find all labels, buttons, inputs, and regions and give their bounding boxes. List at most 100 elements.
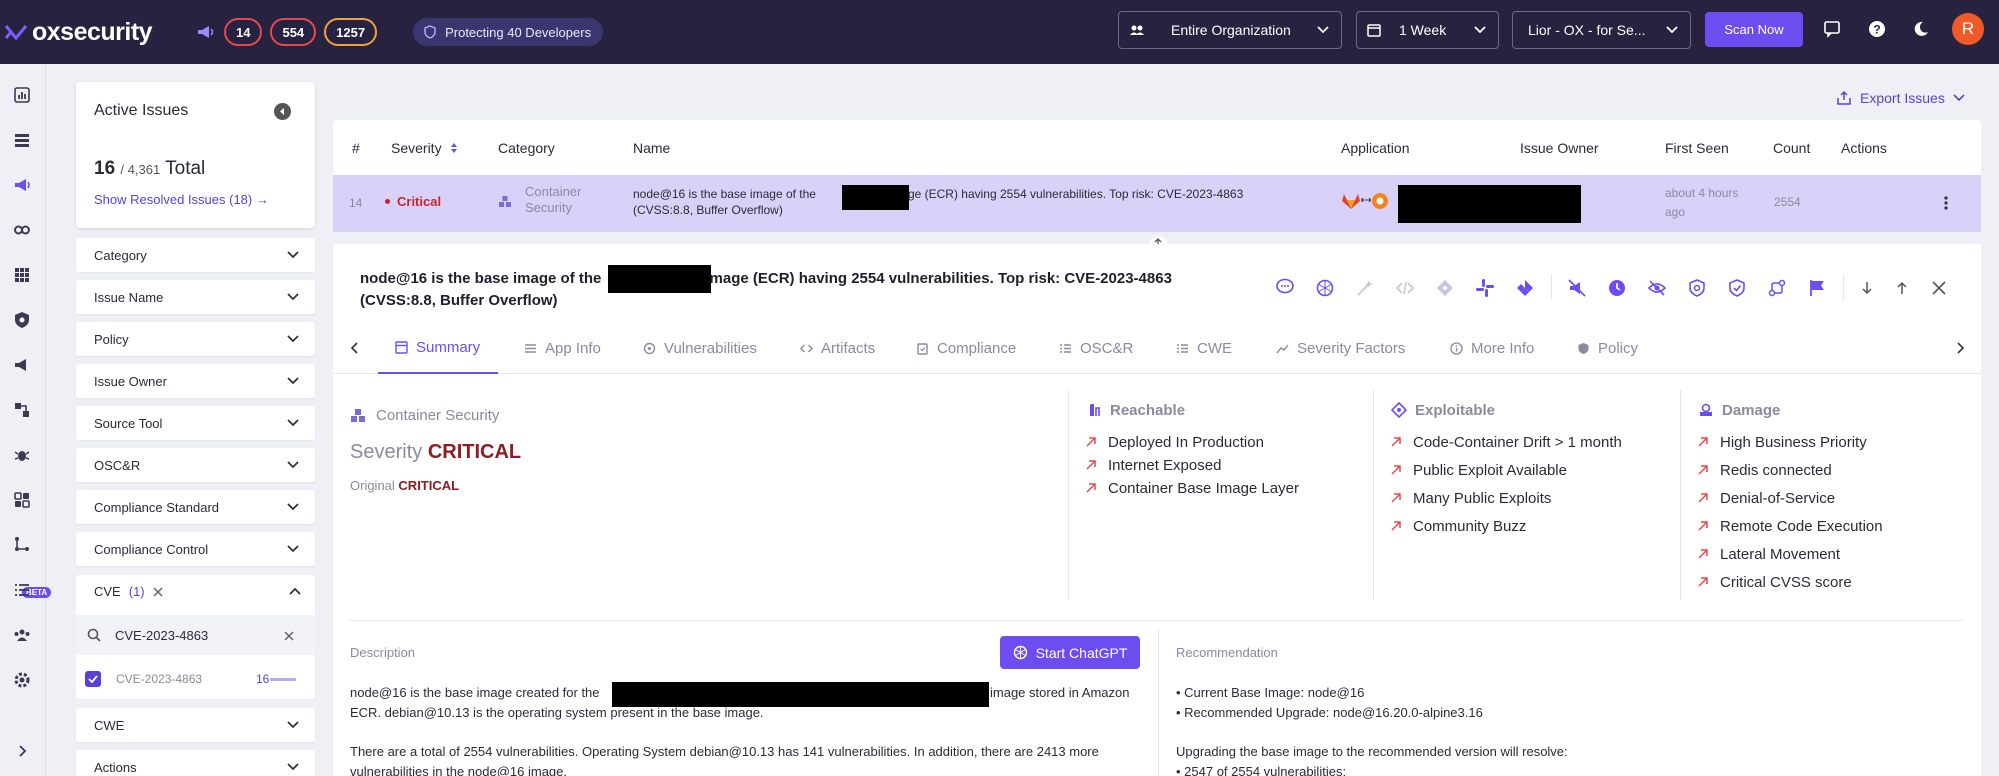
user-avatar[interactable]: R: [1952, 13, 1984, 45]
settings-gear-icon[interactable]: [13, 671, 31, 689]
checkbox-checked-icon[interactable]: [85, 671, 101, 687]
export-issues-button[interactable]: Export Issues: [1836, 90, 1965, 106]
tab-cwe[interactable]: CWE: [1176, 322, 1232, 374]
tab-summary[interactable]: Summary: [378, 322, 499, 374]
cve-option-row[interactable]: CVE-2023-4863 16: [76, 659, 315, 699]
filter-label: Source Tool: [94, 415, 163, 431]
protecting-developers-badge[interactable]: Protecting 40 Developers: [413, 18, 604, 46]
time-period-dropdown[interactable]: 1 Week: [1356, 11, 1499, 49]
tabs-scroll-right-icon[interactable]: [1957, 342, 1965, 354]
tab-compliance[interactable]: Compliance: [916, 322, 1016, 374]
chevron-up-icon[interactable]: [289, 587, 301, 595]
factor-label: High Business Priority: [1720, 433, 1867, 451]
filter-cwe[interactable]: CWE: [76, 708, 315, 742]
comment-icon[interactable]: [1275, 278, 1295, 296]
slack-icon[interactable]: [1475, 278, 1495, 298]
previous-issue-arrow-icon[interactable]: [1894, 278, 1910, 298]
high-count-badge[interactable]: 554: [270, 18, 317, 46]
snooze-clock-icon[interactable]: [1607, 278, 1627, 298]
issues-icon[interactable]: [13, 176, 31, 194]
tabs-scroll-left-icon[interactable]: [350, 342, 358, 354]
application-dropdown[interactable]: Lior - OX - for Se...: [1512, 11, 1691, 49]
workflow-icon[interactable]: [13, 535, 31, 553]
sort-icon[interactable]: [450, 142, 458, 154]
connectors-icon[interactable]: [13, 401, 31, 419]
shield-exclude-icon[interactable]: [1687, 278, 1707, 298]
list-icon[interactable]: [13, 581, 31, 599]
shield-check-icon[interactable]: [1727, 278, 1747, 298]
help-icon[interactable]: ?: [1868, 20, 1886, 38]
cve-search-input[interactable]: CVE-2023-4863: [76, 615, 315, 655]
expand-chevron-icon[interactable]: [13, 742, 31, 760]
show-resolved-link[interactable]: Show Resolved Issues (18) →: [94, 192, 269, 207]
filter-compliance-standard[interactable]: Compliance Standard: [76, 490, 315, 524]
damage-header: Damage: [1698, 399, 1883, 421]
dark-mode-icon[interactable]: [1912, 20, 1930, 38]
dashboard-icon[interactable]: [13, 86, 31, 104]
rec-line-3: Upgrading the base image to the recommen…: [1176, 744, 1568, 759]
code-icon[interactable]: [1395, 278, 1415, 298]
team-icon[interactable]: [13, 626, 31, 644]
table-row[interactable]: 14 Critical Container Security node@16 i…: [333, 175, 1981, 232]
collapse-panel-icon[interactable]: [274, 103, 291, 120]
chevron-down-icon: [1474, 26, 1486, 34]
filter-label: OSC&R: [94, 457, 141, 473]
more-actions-icon[interactable]: [1944, 196, 1948, 210]
col-header-severity[interactable]: Severity: [391, 140, 458, 156]
medium-count-badge[interactable]: 1257: [324, 18, 378, 46]
tab-severity-factors[interactable]: Severity Factors: [1276, 322, 1405, 374]
organization-dropdown[interactable]: Entire Organization: [1118, 11, 1342, 49]
clear-search-icon[interactable]: [284, 631, 294, 641]
start-chatgpt-button[interactable]: Start ChatGPT: [1000, 636, 1140, 669]
tab-app-info-label: App Info: [545, 339, 601, 357]
tab-more-info[interactable]: More Info: [1450, 322, 1534, 374]
tab-app-info[interactable]: App Info: [524, 322, 601, 374]
filter-issue-owner[interactable]: Issue Owner: [76, 364, 315, 398]
logo[interactable]: oxsecurity: [4, 17, 164, 47]
git-icon[interactable]: [1435, 278, 1455, 298]
factor-label: Container Base Image Layer: [1108, 479, 1299, 497]
tab-vulnerabilities[interactable]: Vulnerabilities: [643, 322, 757, 374]
chat-icon[interactable]: [1823, 20, 1841, 38]
tab-artifacts[interactable]: Artifacts: [800, 322, 875, 374]
filter-source-tool[interactable]: Source Tool: [76, 406, 315, 440]
shield-lock-icon[interactable]: [13, 311, 31, 329]
apps-grid-icon[interactable]: [13, 266, 31, 284]
artifacts-code-icon: [800, 344, 813, 352]
jira-icon[interactable]: [1515, 278, 1535, 298]
magic-wand-icon[interactable]: [1355, 278, 1375, 298]
desc-p1-b: image stored in Amazon: [990, 685, 1130, 700]
clear-filter-icon[interactable]: [153, 586, 163, 597]
announcement-icon[interactable]: [13, 356, 31, 374]
tab-policy[interactable]: Policy: [1577, 322, 1638, 374]
cve-option-label: CVE-2023-4863: [116, 672, 203, 686]
hide-eye-icon[interactable]: [1647, 278, 1667, 298]
close-icon[interactable]: [1930, 278, 1948, 298]
scan-now-button[interactable]: Scan Now: [1705, 12, 1803, 47]
flag-icon[interactable]: [1807, 278, 1827, 298]
filter-osc-r[interactable]: OSC&R: [76, 448, 315, 482]
tab-oscr[interactable]: OSC&R: [1059, 322, 1133, 374]
pull-request-icon[interactable]: [1767, 278, 1787, 298]
filter-policy[interactable]: Policy: [76, 322, 315, 356]
factor-item: Lateral Movement: [1698, 543, 1883, 565]
modules-icon[interactable]: [13, 491, 31, 509]
pipeline-icon[interactable]: [13, 221, 31, 239]
factor-label: Code-Container Drift > 1 month: [1413, 433, 1622, 451]
unmute-icon[interactable]: [1567, 278, 1587, 298]
cve-filter-header[interactable]: CVE (1): [94, 584, 163, 599]
filter-compliance-control[interactable]: Compliance Control: [76, 532, 315, 566]
inventory-icon[interactable]: [13, 131, 31, 149]
factor-label: Remote Code Execution: [1720, 517, 1883, 535]
calendar-icon: [1367, 24, 1381, 37]
reachable-icon: [1090, 404, 1100, 416]
filter-actions[interactable]: Actions: [76, 750, 315, 776]
bug-icon[interactable]: [13, 446, 31, 464]
openai-icon[interactable]: [1315, 278, 1335, 298]
next-issue-arrow-icon[interactable]: [1859, 278, 1875, 298]
filter-issue-name[interactable]: Issue Name: [76, 280, 315, 314]
megaphone-icon[interactable]: [196, 23, 216, 41]
divider: [1373, 390, 1374, 600]
critical-count-badge[interactable]: 14: [224, 18, 263, 46]
filter-category[interactable]: Category: [76, 238, 315, 272]
